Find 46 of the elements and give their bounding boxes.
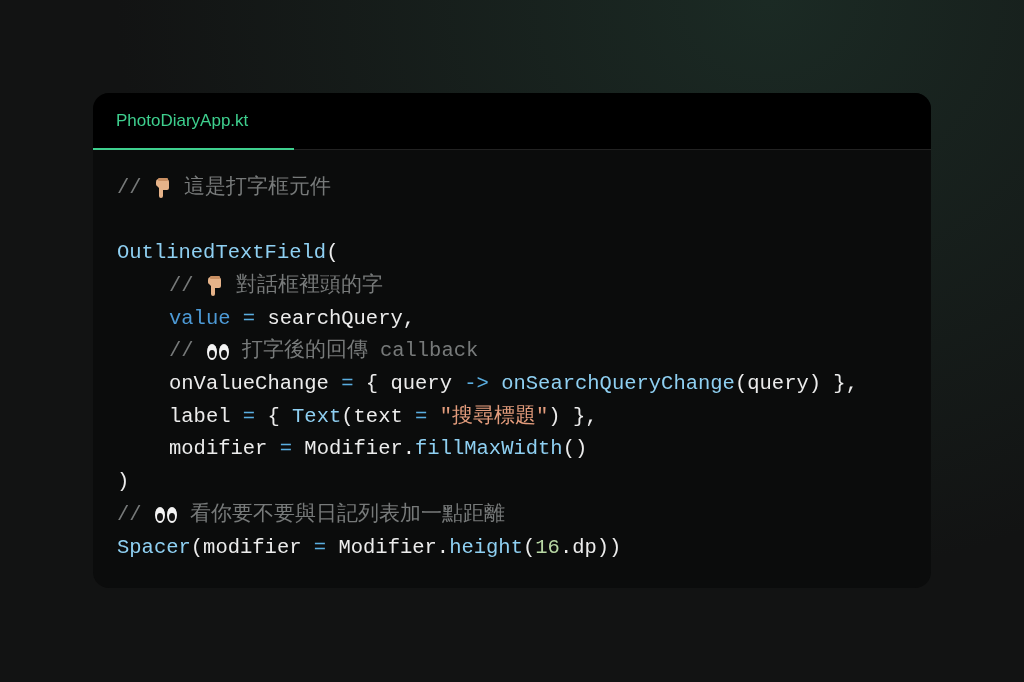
code-token: = (241, 403, 257, 430)
code-token: = (312, 534, 328, 561)
code-token: 這是打字框元件 (183, 174, 331, 201)
code-token: Spacer (117, 534, 191, 561)
file-tab[interactable]: PhotoDiaryApp.kt (93, 93, 294, 150)
code-token: 16 (535, 534, 560, 561)
code-token: (query) }, (734, 371, 858, 398)
code-token: searchQuery, (267, 305, 416, 332)
code-token: (modifier (190, 534, 302, 561)
code-token: onSearchQueryChange (500, 371, 735, 398)
code-token: Modifier. (304, 436, 416, 463)
code-token: ( (522, 534, 536, 561)
code-token: value (169, 305, 231, 332)
code-token: // (169, 273, 194, 300)
code-token: -> (464, 371, 489, 398)
code-token: onValueChange (169, 371, 329, 398)
code-token: (text (341, 403, 403, 430)
eyes-icon (205, 342, 230, 361)
code-token: = (340, 371, 355, 398)
code-token: label (169, 403, 231, 430)
code-token: .dp)) (559, 534, 622, 561)
code-token: ( (326, 240, 339, 267)
code-token: = (241, 305, 257, 332)
code-token: // (169, 338, 194, 365)
code-token: modifier (169, 436, 268, 463)
code-token: { (267, 403, 281, 430)
code-token: Modifier. (338, 534, 450, 561)
eyes-icon (153, 506, 178, 525)
code-token: () (562, 436, 588, 463)
code-token: { query (365, 371, 453, 398)
pointing-down-hand-icon (205, 275, 224, 298)
code-token: OutlinedTextField (117, 240, 327, 267)
code-token: = (278, 436, 294, 463)
code-token: 打字後的回傳 callback (241, 337, 479, 365)
pointing-down-hand-icon (153, 177, 172, 200)
code-token: fillMaxWidth (415, 436, 563, 463)
code-token: ) (117, 469, 130, 496)
code-token: Text (292, 403, 342, 430)
code-token: 對話框裡頭的字 (235, 272, 383, 300)
code-token: 看你要不要與日記列表加一點距離 (189, 501, 505, 528)
code-token: // (117, 501, 142, 528)
code-token: = (414, 403, 429, 430)
code-token: ) }, (548, 403, 598, 430)
code-token: // (117, 174, 142, 201)
code-token: height (449, 534, 523, 561)
code-token: "搜尋標題" (439, 403, 549, 430)
